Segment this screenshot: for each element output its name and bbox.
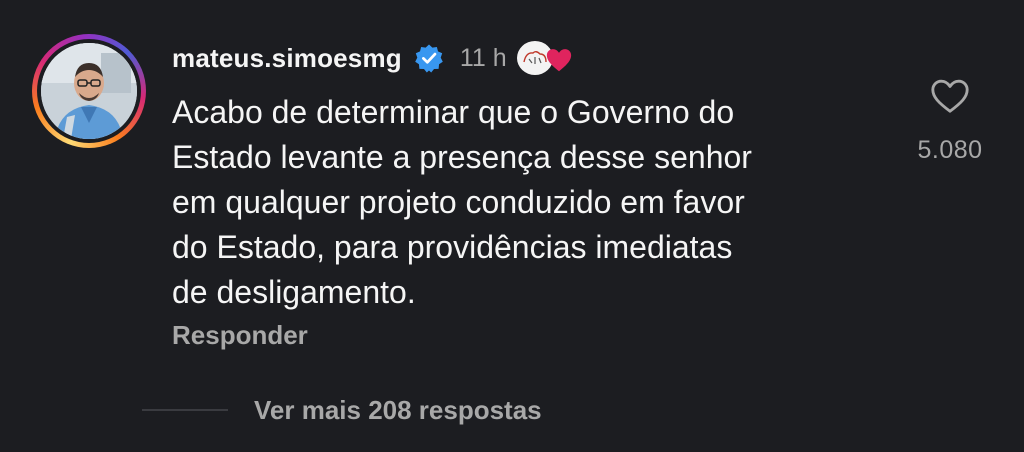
heart-outline-icon[interactable] bbox=[929, 76, 971, 116]
verified-badge-icon bbox=[415, 44, 443, 73]
timestamp: 11 h bbox=[459, 43, 507, 72]
divider-line bbox=[142, 409, 228, 411]
comment-header: mateus.simoesmg 11 h bbox=[172, 38, 577, 78]
comment-line: de desligamento. bbox=[172, 274, 416, 310]
like-count: 5.080 bbox=[917, 136, 983, 164]
avatar-gap bbox=[37, 39, 141, 143]
avatar-photo bbox=[41, 43, 137, 139]
username[interactable]: mateus.simoesmg bbox=[172, 43, 402, 74]
comment-line: do Estado, para providências imediatas bbox=[172, 229, 733, 265]
view-more-replies-button[interactable]: Ver mais 208 respostas bbox=[254, 395, 542, 426]
like-section: 5.080 bbox=[900, 76, 1000, 165]
comment-text: Acabo de determinar que o Governo do Est… bbox=[172, 90, 872, 315]
comment-line: Estado levante a presença desse senhor bbox=[172, 139, 752, 175]
reply-button[interactable]: Responder bbox=[172, 320, 308, 351]
heart-icon bbox=[546, 49, 571, 72]
author-reaction bbox=[516, 39, 577, 77]
story-ring[interactable] bbox=[32, 34, 146, 148]
view-replies-row[interactable]: Ver mais 208 respostas bbox=[142, 392, 542, 428]
comment-line: Acabo de determinar que o Governo do bbox=[172, 94, 735, 130]
comment-line: em qualquer projeto conduzido em favor bbox=[172, 184, 745, 220]
avatar[interactable] bbox=[41, 43, 137, 139]
